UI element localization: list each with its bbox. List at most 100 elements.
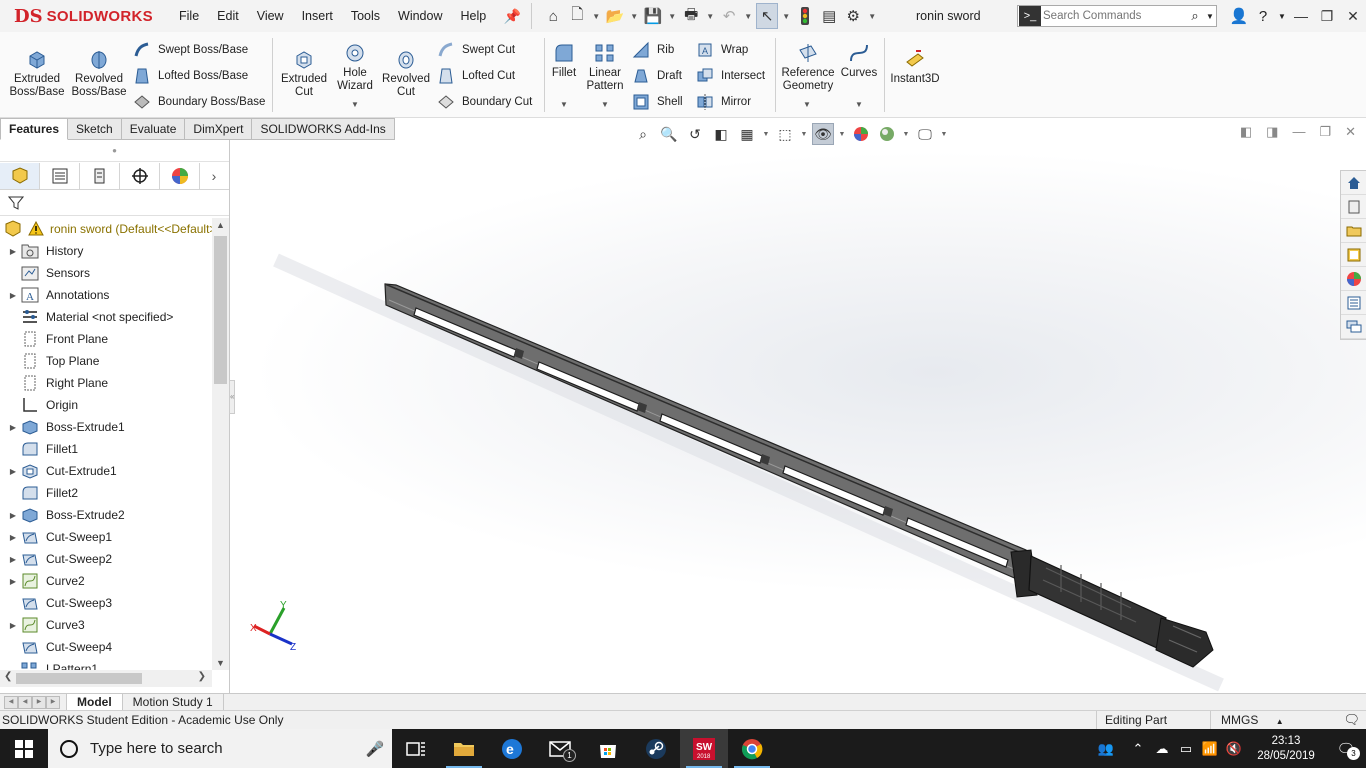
menu-edit[interactable]: Edit [208,0,248,32]
save-icon[interactable]: 💾 [642,3,664,29]
curves-button[interactable]: Curves [840,42,878,80]
configurationmanager-tab[interactable] [80,162,120,189]
filter-funnel-icon[interactable] [8,195,24,211]
tree-item[interactable]: ▶ Curve3 [0,614,212,636]
scroll-right-icon[interactable]: ❯ [198,671,206,682]
chrome-icon[interactable] [728,729,776,768]
wifi-icon[interactable]: 📶 [1198,741,1222,757]
search-dropdown-icon[interactable]: ▼ [1206,12,1216,21]
appearances-scenes-icon[interactable] [1341,267,1366,291]
fillet-button[interactable]: Fillet [548,42,580,80]
help-dropdown-icon[interactable]: ▼ [1276,12,1288,21]
expand-arrow-icon[interactable]: ▶ [6,533,20,542]
propertymanager-tab[interactable] [40,162,80,189]
tab-sketch[interactable]: Sketch [68,118,122,140]
print-dropdown-icon[interactable]: ▼ [704,12,716,21]
reference-geometry-dropdown-icon[interactable]: ▼ [803,100,811,109]
rebuild-traffic-light-icon[interactable] [794,3,816,29]
unit-system-dropdown-icon[interactable]: ▲ [1276,717,1284,726]
swept-boss-button[interactable]: Swept Boss/Base [133,41,248,59]
instant3d-button[interactable]: Instant3D [888,48,942,86]
unit-system-selector[interactable]: MMGS ▲ [1210,711,1300,731]
menu-file[interactable]: File [170,0,208,32]
select-dropdown-icon[interactable]: ▼ [780,12,792,21]
view-orientation-dropdown-icon[interactable]: ▼ [762,131,770,138]
view-orientation-cube-icon[interactable]: ⬚ [774,123,796,145]
tree-item[interactable]: Origin [0,394,212,416]
mail-icon[interactable]: 1 [536,729,584,768]
tree-item[interactable]: ▶ Boss-Extrude1 [0,416,212,438]
menu-window[interactable]: Window [389,0,451,32]
open-dropdown-icon[interactable]: ▼ [628,12,640,21]
menu-tools[interactable]: Tools [342,0,389,32]
extruded-cut-button[interactable]: Extruded Cut [278,48,330,99]
file-explorer-folder-icon[interactable] [1341,219,1366,243]
section-view-icon[interactable]: ◧ [710,123,732,145]
options-gear-icon[interactable]: ⚙ [842,3,864,29]
file-properties-icon[interactable]: ▤ [818,3,840,29]
swept-cut-button[interactable]: Swept Cut [437,41,515,59]
boundary-boss-button[interactable]: Boundary Boss/Base [133,93,265,111]
tab-features[interactable]: Features [0,118,69,140]
microsoft-store-icon[interactable] [584,729,632,768]
menu-help[interactable]: Help [452,0,496,32]
save-dropdown-icon[interactable]: ▼ [666,12,678,21]
horizontal-scroll-thumb[interactable] [16,673,142,684]
close-icon[interactable]: ✕ [1340,8,1366,25]
solidworks-logo[interactable]: DS SOLIDWORKS [0,6,170,27]
hide-show-items-icon[interactable]: 👁 [812,123,834,145]
panel-splitter-handle[interactable]: « [229,380,235,414]
forum-icon[interactable] [1341,315,1366,339]
tree-item[interactable]: ▶ Cut-Sweep1 [0,526,212,548]
open-folder-icon[interactable]: 📂 [604,3,626,29]
steam-icon[interactable] [632,729,680,768]
expand-arrow-icon[interactable]: ▶ [6,621,20,630]
tree-item[interactable]: ▶ Curve2 [0,570,212,592]
intersect-button[interactable]: Intersect [696,67,765,85]
expand-arrow-icon[interactable]: ▶ [6,291,20,300]
viewport-restore-icon[interactable]: ❐ [1319,124,1331,140]
dimxpertmanager-tab[interactable] [120,162,160,189]
next-tab-icon[interactable]: ▶ [32,695,46,709]
tree-item[interactable]: Fillet1 [0,438,212,460]
wrap-button[interactable]: A Wrap [696,41,748,59]
tree-item[interactable]: Right Plane [0,372,212,394]
options-dropdown-icon[interactable]: ▼ [866,12,878,21]
tab-evaluate[interactable]: Evaluate [121,118,186,140]
view-settings-monitor-icon[interactable]: 🖵 [914,123,936,145]
lofted-cut-button[interactable]: Lofted Cut [437,67,515,85]
print-icon[interactable]: 🖶 [680,3,702,29]
reference-geometry-button[interactable]: Reference Geometry [779,42,837,93]
restore-icon[interactable]: ❐ [1314,8,1340,25]
zoom-to-area-icon[interactable]: 🔍 [658,123,680,145]
boundary-cut-button[interactable]: Boundary Cut [437,93,532,111]
scene-dropdown-icon[interactable]: ▼ [902,131,910,138]
undo-icon[interactable]: ↶ [718,3,740,29]
linear-pattern-dropdown-icon[interactable]: ▼ [601,100,609,109]
help-icon[interactable]: ? [1250,8,1276,25]
pin-menu-icon[interactable]: 📌 [503,8,521,25]
last-tab-icon[interactable]: ▶ [46,695,60,709]
tree-item[interactable]: ▶ Cut-Extrude1 [0,460,212,482]
sword-model[interactable] [231,140,1339,693]
onedrive-cloud-icon[interactable]: ☁ [1150,741,1174,757]
tree-item[interactable]: Front Plane [0,328,212,350]
tree-item[interactable]: Cut-Sweep4 [0,636,212,658]
tree-item[interactable]: ▶ Boss-Extrude2 [0,504,212,526]
edit-appearance-icon[interactable] [850,123,872,145]
tree-item[interactable]: ▶ A Annotations [0,284,212,306]
undo-dropdown-icon[interactable]: ▼ [742,12,754,21]
windows-start-button[interactable] [0,729,48,768]
expand-arrow-icon[interactable]: ▶ [6,423,20,432]
task-view-icon[interactable] [392,729,440,768]
tree-vertical-scrollbar[interactable]: ▲ ▼ [212,218,229,670]
lofted-boss-button[interactable]: Lofted Boss/Base [133,67,248,85]
draft-button[interactable]: Draft [632,67,682,85]
display-style-dropdown-icon[interactable]: ▼ [800,131,808,138]
expand-arrow-icon[interactable]: ▶ [6,555,20,564]
custom-properties-icon[interactable] [1341,291,1366,315]
show-hidden-icons-chevron-icon[interactable]: ⌃ [1126,741,1150,757]
tree-horizontal-scrollbar[interactable]: ❮ ❯ [0,670,212,687]
displaymanager-tab[interactable] [160,162,200,189]
home-icon[interactable]: ⌂ [542,3,564,29]
